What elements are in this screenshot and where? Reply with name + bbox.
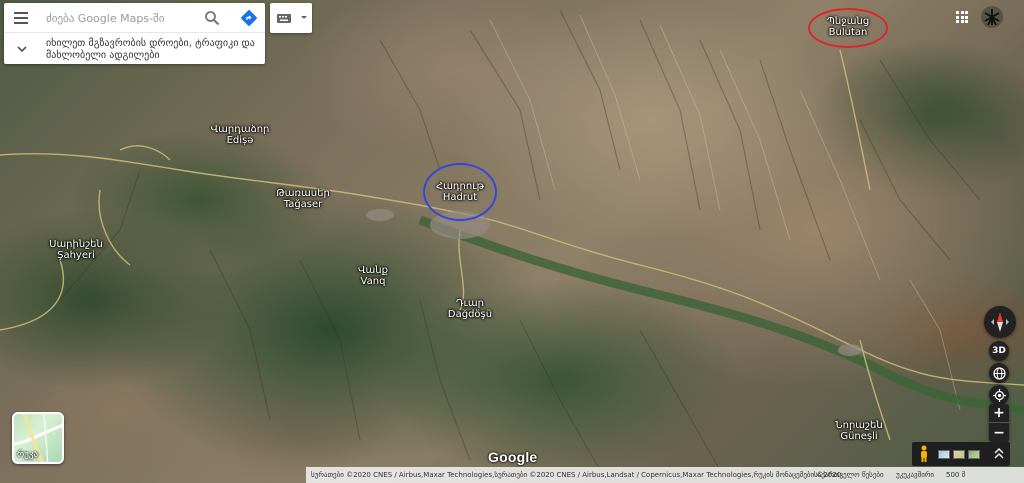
place-native-name: Նորաշեն (835, 420, 883, 431)
zoom-in-button[interactable]: + (989, 404, 1009, 423)
layers-label: რუკა (17, 450, 39, 460)
terrain-overlay (0, 9, 1024, 471)
chevron-up-icon[interactable] (994, 448, 1004, 460)
place-latin-name: Güneşli (840, 431, 878, 442)
directions-icon[interactable] (240, 9, 258, 27)
place-latin-name: Hadrut (442, 192, 478, 203)
zoom-out-button[interactable]: − (989, 423, 1009, 442)
globe-view-button[interactable] (989, 363, 1009, 383)
place-latin-name: Ediṣə (226, 135, 254, 146)
imagery-thumbnail-3[interactable] (968, 450, 980, 459)
globe-icon (992, 366, 1006, 380)
google-logo: Google (488, 449, 538, 465)
traffic-expand-row[interactable]: იხილეთ მგზავრობის დროები, ტრაფიკი და მახ… (4, 34, 265, 64)
my-location-button[interactable] (989, 385, 1009, 405)
satellite-map[interactable] (0, 0, 1024, 483)
place-label-gunesli[interactable]: Նորաշեն Güneşli (826, 420, 892, 442)
search-row (4, 3, 265, 33)
place-latin-name: Şahyeri (57, 250, 95, 261)
place-label-sahyeri[interactable]: Սարինշեն Şahyeri (40, 239, 112, 261)
tilt-3d-button[interactable]: 3D (989, 341, 1009, 361)
imagery-thumbnail-1[interactable] (938, 450, 950, 459)
place-label-edise[interactable]: Վարդաձոր Ediṣə (205, 124, 275, 146)
place-native-name: Վանք (358, 265, 388, 276)
place-native-name: Պնջանց (826, 16, 870, 27)
my-location-icon (992, 388, 1006, 402)
search-input[interactable] (46, 8, 196, 28)
search-icon[interactable] (204, 10, 220, 26)
search-panel: იხილეთ მგზავრობის დროები, ტრაფიკი და მახ… (4, 3, 265, 64)
feedback-link[interactable]: უკუკავშირი (896, 467, 934, 483)
zoom-controls: + − (989, 404, 1009, 442)
place-native-name: Հադրութ (436, 181, 484, 192)
chevron-down-icon (17, 46, 27, 53)
place-label-dagdosu[interactable]: Դւար Dağdöşü (437, 298, 503, 320)
keyboard-icon (277, 14, 307, 23)
scale-label[interactable]: 500 მ (946, 467, 965, 483)
imagery-attribution: სურათები ©2020 CNES / Airbus,Maxar Techn… (311, 471, 842, 479)
pegman-icon[interactable] (918, 445, 930, 463)
place-native-name: Թառասեր (276, 188, 330, 199)
account-avatar-icon[interactable] (980, 5, 1004, 29)
place-latin-name: Tağaser (283, 199, 323, 210)
country-link[interactable]: საქართველო (814, 467, 860, 483)
place-native-name: Դւար (456, 298, 484, 309)
place-label-hadrut[interactable]: Հադրութ Hadrut (428, 181, 492, 203)
compass-icon (991, 312, 1009, 332)
attribution-bar: სურათები ©2020 CNES / Airbus,Maxar Techn… (306, 467, 1024, 483)
place-latin-name: Vanq (360, 276, 386, 287)
menu-hamburger-icon[interactable] (14, 12, 28, 24)
google-apps-icon[interactable] (956, 11, 968, 23)
layers-toggle-button[interactable]: რუკა (12, 412, 64, 464)
place-latin-name: Bulutan (828, 27, 868, 38)
imagery-tray (912, 442, 1010, 466)
place-native-name: Սարինշեն (49, 239, 103, 250)
place-label-bulutan[interactable]: Պնջանց Bulutan (816, 16, 880, 38)
place-native-name: Վարդաձոր (210, 124, 270, 135)
compass-button[interactable] (984, 306, 1016, 338)
place-label-vanq[interactable]: Վանք Vanq (343, 265, 403, 287)
place-label-tagaser[interactable]: Թառասեր Tağaser (268, 188, 338, 210)
terms-link[interactable]: წესები (862, 467, 884, 483)
traffic-prompt-text: იხილეთ მგზავრობის დროები, ტრაფიკი და მახ… (46, 38, 255, 61)
imagery-thumbnail-2[interactable] (953, 450, 965, 459)
input-tools-button[interactable] (270, 3, 312, 33)
place-latin-name: Dağdöşü (447, 309, 493, 320)
